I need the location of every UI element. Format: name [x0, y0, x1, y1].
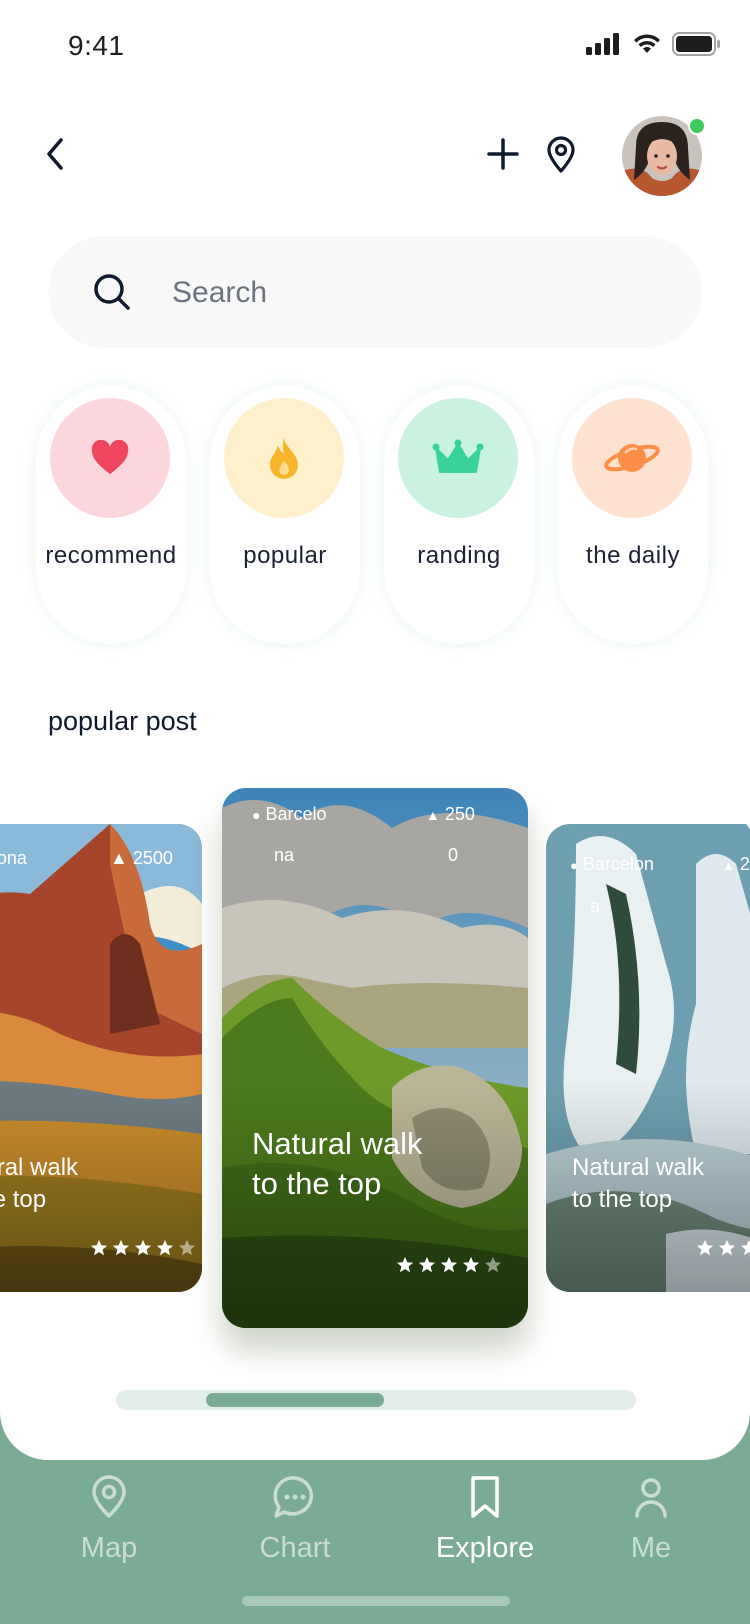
status-time: 9:41: [68, 30, 125, 61]
wifi-icon: [634, 34, 660, 53]
category-label: randing: [417, 542, 501, 569]
tab-label: Chart: [259, 1532, 331, 1564]
star-icon: [112, 1239, 130, 1256]
star-icon: [156, 1239, 174, 1256]
star-icon: [484, 1256, 502, 1273]
tab-label: Me: [630, 1532, 672, 1564]
category-randing[interactable]: randing: [384, 386, 534, 644]
location-pin-icon[interactable]: [546, 136, 576, 174]
flame-icon: ▲: [426, 807, 440, 823]
carousel-scroll-thumb[interactable]: [206, 1393, 384, 1407]
explore-screen: 9:41 Search recommend popular randing th…: [0, 0, 750, 1460]
search-bar[interactable]: [48, 236, 702, 348]
category-label: recommend: [45, 542, 177, 569]
location-pin-icon: ●: [570, 858, 578, 873]
star-icon: [418, 1256, 436, 1273]
flame-icon: ▲: [722, 858, 735, 873]
crown-icon: [432, 439, 484, 473]
person-icon: [635, 1478, 667, 1518]
post-location: ● Barcelona: [0, 848, 27, 868]
star-icon: [740, 1239, 750, 1256]
post-location: ● Barcelon a: [570, 854, 654, 916]
category-popular[interactable]: popular: [210, 386, 360, 644]
location-pin-icon: ●: [252, 807, 261, 823]
map-pin-icon: [92, 1475, 126, 1518]
online-status-dot: [688, 117, 706, 135]
search-icon: [94, 274, 130, 310]
category-label: popular: [243, 542, 327, 569]
star-icon: [178, 1239, 196, 1256]
category-label: the daily: [586, 542, 680, 569]
bookmark-icon: [471, 1476, 499, 1518]
flame-icon: [270, 437, 298, 479]
tab-chart[interactable]: Chart: [220, 1474, 370, 1565]
home-indicator: [242, 1596, 510, 1606]
star-icon: [134, 1239, 152, 1256]
post-card[interactable]: ● Barcelon a ▲ 2500 Natural walk to the …: [546, 824, 750, 1292]
category-the-daily[interactable]: the daily: [558, 386, 708, 644]
post-hot-count: ▲ 2500: [722, 854, 750, 874]
tab-me[interactable]: Me: [576, 1474, 726, 1565]
tab-map[interactable]: Map: [34, 1474, 184, 1565]
planet-icon: [604, 444, 660, 472]
status-icons: [586, 32, 720, 56]
post-title: Natural walk to the top: [252, 1126, 423, 1201]
rating-stars: [396, 1256, 502, 1274]
tab-explore[interactable]: Explore: [410, 1474, 560, 1565]
search-input[interactable]: [170, 266, 654, 320]
post-hot-count: ▲ 2500: [110, 848, 173, 868]
add-post-icon[interactable]: [486, 137, 520, 171]
post-image: [0, 824, 202, 1292]
category-icon-circle: [50, 398, 170, 518]
star-icon: [396, 1256, 414, 1273]
post-hot-count: ▲ 250 0: [426, 804, 475, 865]
rating-stars: [90, 1239, 196, 1257]
post-title: Natural walk to the top: [572, 1154, 705, 1213]
tab-label: Map: [80, 1532, 138, 1564]
category-icon-circle: [572, 398, 692, 518]
battery-icon: [672, 32, 720, 56]
star-icon: [462, 1256, 480, 1273]
tab-label: Explore: [435, 1532, 535, 1564]
star-icon: [440, 1256, 458, 1273]
post-card[interactable]: ● Barcelona ▲ 2500 Natural walk to the t…: [0, 824, 202, 1292]
star-icon: [90, 1239, 108, 1256]
post-location: ● Barcelo na: [252, 804, 327, 865]
star-icon: [718, 1239, 736, 1256]
flame-icon: ▲: [110, 848, 128, 868]
rating-stars: [696, 1239, 750, 1257]
post-title: Natural walk to the top: [0, 1154, 79, 1213]
heart-icon: [91, 440, 129, 474]
category-icon-circle: [224, 398, 344, 518]
category-recommend[interactable]: recommend: [36, 386, 186, 644]
signal-icon: [586, 33, 619, 55]
category-icon-circle: [398, 398, 518, 518]
chat-bubble-icon: [273, 1476, 314, 1518]
post-card-featured[interactable]: ● Barcelo na ▲ 250 0 Natural walk to the…: [222, 788, 528, 1328]
star-icon: [696, 1239, 714, 1256]
back-arrow-icon[interactable]: [40, 134, 70, 174]
section-title: popular post: [48, 706, 197, 736]
